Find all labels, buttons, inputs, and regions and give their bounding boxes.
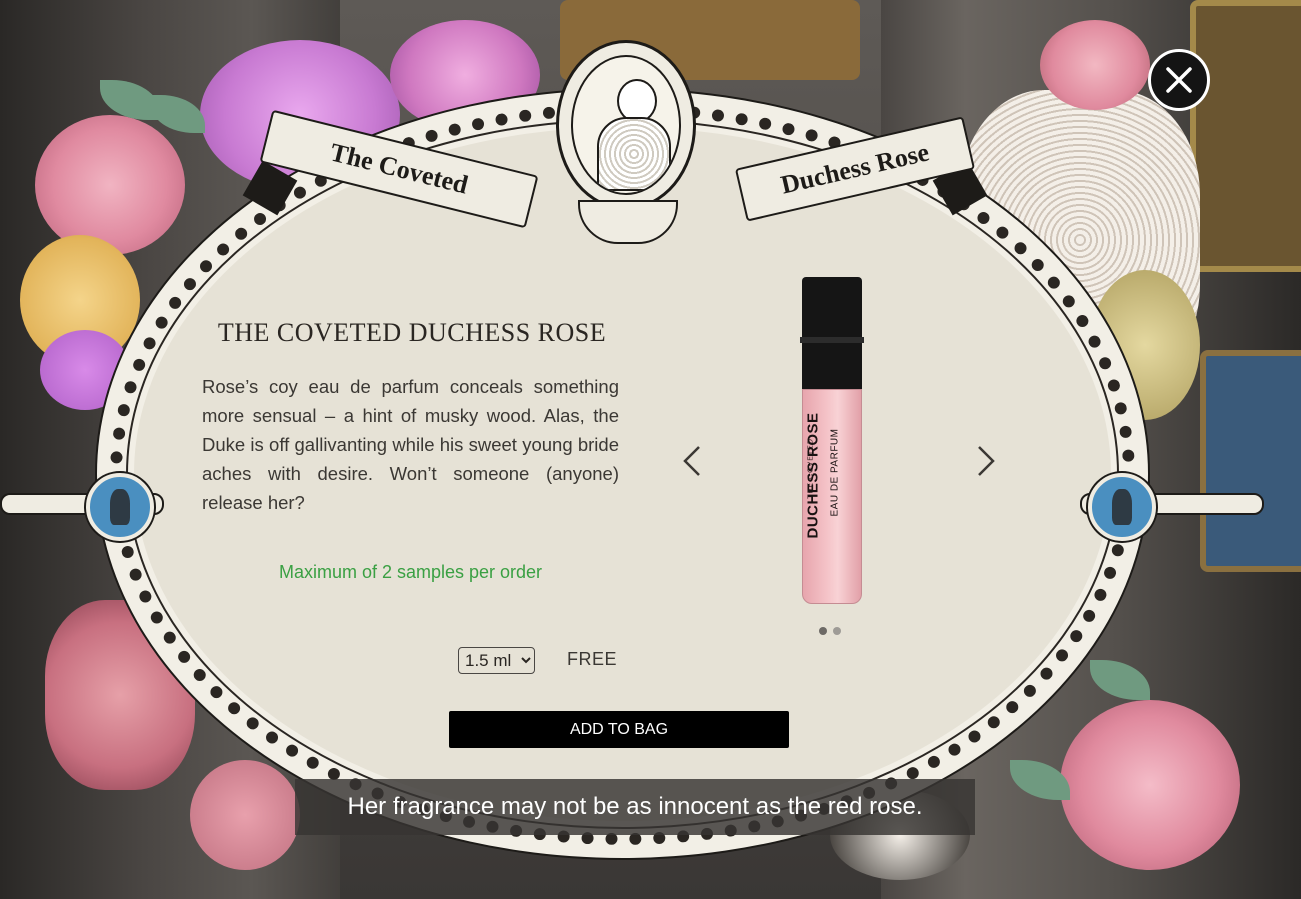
rose-illustration bbox=[1040, 20, 1150, 110]
vial-name-text: DUCHESS ROSE bbox=[804, 412, 822, 539]
product-title: THE COVETED DUCHESS ROSE bbox=[217, 318, 607, 347]
carousel-next-button[interactable] bbox=[963, 440, 995, 480]
background-mirror-frame bbox=[1190, 0, 1301, 272]
rose-illustration bbox=[190, 760, 300, 870]
add-to-bag-button[interactable]: ADD TO BAG bbox=[449, 711, 789, 748]
rose-illustration bbox=[35, 115, 185, 255]
carousel-dot[interactable] bbox=[833, 627, 841, 635]
close-icon bbox=[1166, 67, 1192, 93]
portrait-medallion bbox=[556, 40, 696, 210]
cameo-figure-icon bbox=[110, 489, 130, 525]
vial-cap bbox=[802, 277, 862, 392]
product-image-vial: THE COVETED DUCHESS ROSE EAU DE PARFUM bbox=[800, 277, 864, 607]
right-cameo-ornament bbox=[1080, 458, 1264, 548]
carousel-prev-button[interactable] bbox=[673, 440, 703, 480]
rose-illustration bbox=[1060, 700, 1240, 870]
caption-text: Her fragrance may not be as innocent as … bbox=[347, 793, 923, 820]
vial-sub-text: EAU DE PARFUM bbox=[829, 428, 841, 517]
chevron-left-icon bbox=[683, 446, 700, 476]
price-label: FREE bbox=[567, 649, 618, 669]
carousel-dot[interactable] bbox=[819, 627, 827, 635]
chevron-right-icon bbox=[978, 446, 995, 476]
right-cameo-portrait bbox=[1088, 473, 1156, 541]
left-cameo-ornament bbox=[0, 458, 170, 548]
vial-label: THE COVETED DUCHESS ROSE EAU DE PARFUM bbox=[805, 412, 858, 547]
product-description: Rose’s coy eau de parfum conceals someth… bbox=[202, 376, 619, 513]
carousel-dots bbox=[819, 627, 841, 635]
cameo-figure-icon bbox=[1112, 489, 1132, 525]
subtitle-caption: Her fragrance may not be as innocent as … bbox=[295, 779, 975, 835]
left-cameo-portrait bbox=[86, 473, 154, 541]
sample-limit-note: Maximum of 2 samples per order bbox=[278, 562, 543, 582]
lady-portrait-fur bbox=[597, 117, 671, 191]
size-select[interactable]: 1.5 ml bbox=[458, 647, 535, 674]
close-button[interactable] bbox=[1148, 49, 1210, 111]
